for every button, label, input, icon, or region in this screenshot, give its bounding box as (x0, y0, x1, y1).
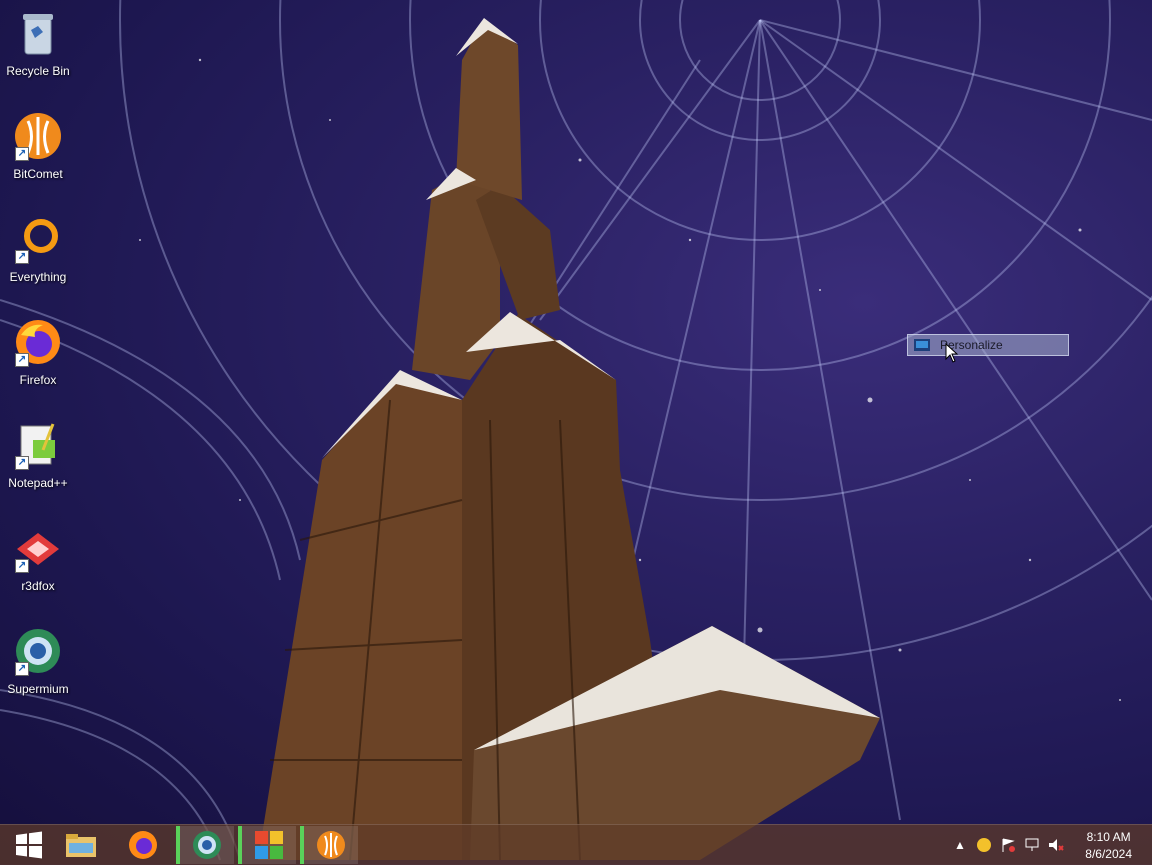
folder-icon (66, 834, 96, 857)
colorful-app-icon (255, 831, 283, 859)
shortcut-arrow-icon: ↗ (15, 353, 29, 367)
taskbar-supermium[interactable] (176, 826, 234, 864)
firefox-icon: ↗ (13, 317, 63, 367)
clock-time: 8:10 AM (1086, 830, 1131, 844)
shortcut-arrow-icon: ↗ (15, 662, 29, 676)
taskbar-colorful-app[interactable] (238, 826, 296, 864)
taskbar-firefox[interactable] (114, 826, 172, 864)
desktop-icon-recycle-bin[interactable]: Recycle Bin (0, 0, 76, 96)
taskbar-bitcomet[interactable] (300, 826, 358, 864)
desktop-icon-r3dfox[interactable]: ↗ r3dfox (0, 515, 76, 611)
desktop-icon-label: Firefox (19, 373, 57, 387)
r3dfox-icon: ↗ (13, 523, 63, 573)
desktop-icon-bitcomet[interactable]: ↗ BitComet (0, 103, 76, 199)
volume-muted-icon[interactable] (1048, 837, 1064, 853)
taskbar: ▲ 8:10 AM 8/6/2024 (0, 824, 1152, 865)
shortcut-arrow-icon: ↗ (15, 456, 29, 470)
chevron-up-icon[interactable]: ▲ (952, 837, 968, 853)
system-tray: ▲ 8:10 AM 8/6/2024 (952, 825, 1152, 865)
desktop-icon-everything[interactable]: ↗ Everything (0, 206, 76, 302)
desktop-icon-label: r3dfox (21, 579, 55, 593)
desktop-icon-label: BitComet (13, 167, 63, 181)
mouse-cursor-icon (945, 343, 959, 363)
taskbar-file-explorer[interactable] (52, 826, 110, 864)
desktop-icon-label: Supermium (7, 682, 69, 696)
desktop-wallpaper (0, 0, 1152, 861)
context-menu-personalize[interactable]: Personalize (907, 334, 1069, 356)
desktop-icon-supermium[interactable]: ↗ Supermium (0, 618, 76, 714)
shortcut-arrow-icon: ↗ (15, 147, 29, 161)
personalize-icon (914, 339, 930, 351)
notepadpp-icon: ↗ (13, 420, 63, 470)
clock[interactable]: 8:10 AM 8/6/2024 (1085, 829, 1132, 863)
desktop-icon-firefox[interactable]: ↗ Firefox (0, 309, 76, 405)
supermium-icon: ↗ (13, 626, 63, 676)
flag-icon[interactable] (1000, 837, 1016, 853)
bitcomet-icon (317, 831, 345, 859)
clock-date: 8/6/2024 (1085, 847, 1132, 861)
start-button[interactable] (0, 826, 58, 864)
everything-icon: ↗ (13, 214, 63, 264)
desktop-icon-label: Everything (9, 270, 67, 284)
desktop-icon-label: Notepad++ (8, 476, 68, 490)
smiley-icon[interactable] (976, 837, 992, 853)
desktop-icon-label: Recycle Bin (6, 64, 70, 78)
supermium-icon (193, 831, 221, 859)
shortcut-arrow-icon: ↗ (15, 250, 29, 264)
desktop-icon-notepadpp[interactable]: ↗ Notepad++ (0, 412, 76, 508)
firefox-icon (129, 831, 157, 859)
network-icon[interactable] (1024, 837, 1040, 853)
windows-start-icon (16, 831, 42, 859)
bitcomet-icon: ↗ (13, 111, 63, 161)
recycle-bin-icon (13, 8, 63, 58)
shortcut-arrow-icon: ↗ (15, 559, 29, 573)
